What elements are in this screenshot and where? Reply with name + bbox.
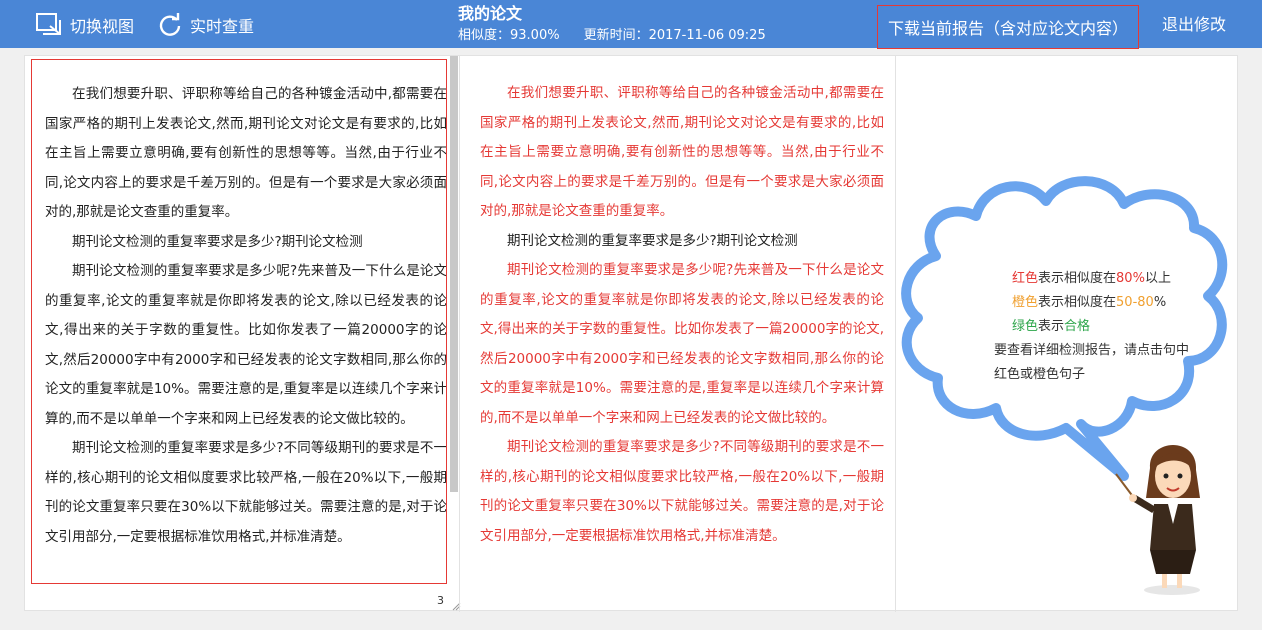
switch-view-icon [36,13,61,35]
editor-paragraph[interactable]: 期刊论文检测的重复率要求是多少呢?先来普及一下什么是论文的重复率,论文的重复率就… [45,257,446,434]
switch-view-button[interactable]: 切换视图 [36,12,134,38]
realtime-check-button[interactable]: 实时查重 [158,12,254,38]
paper-editor[interactable]: 在我们想要升职、评职称等给自己的各种镀金活动中,都需要在国家严格的期刊上发表论文… [31,59,447,584]
page-title: 我的论文 [458,4,523,23]
page-number: 3 [437,594,444,607]
report-paragraph[interactable]: 期刊论文检测的重复率要求是多少?不同等级期刊的要求是不一样的,核心期刊的论文相似… [480,433,884,551]
legend-orange-tail: % [1153,295,1167,310]
legend-orange-value: 50-80 [1116,295,1154,310]
header-meta: 相似度：93.00% 更新时间：2017-11-06 09:25 [458,26,766,46]
legend-green: 绿色表示合格 [994,315,1198,339]
editor-text[interactable]: 在我们想要升职、评职称等给自己的各种镀金活动中,都需要在国家严格的期刊上发表论文… [32,60,446,552]
report-paragraph: 期刊论文检测的重复率要求是多少?期刊论文检测 [507,232,798,249]
color-legend: 红色表示相似度在80%以上 橙色表示相似度在50-80% 绿色表示合格 要查看详… [994,267,1198,387]
pane-divider [459,56,460,612]
legend-hint: 要查看详细检测报告，请点击句中红色或橙色句子 [994,343,1190,382]
report-text: 在我们想要升职、评职称等给自己的各种镀金活动中,都需要在国家严格的期刊上发表论文… [480,79,884,551]
report-paragraph[interactable]: 在我们想要升职、评职称等给自己的各种镀金活动中,都需要在国家严格的期刊上发表论文… [480,79,884,227]
legend-red-mid: 表示相似度在 [1038,271,1117,286]
report-paragraph[interactable]: 期刊论文检测的重复率要求是多少呢?先来普及一下什么是论文的重复率,论文的重复率就… [480,256,884,433]
legend-panel: 红色表示相似度在80%以上 橙色表示相似度在50-80% 绿色表示合格 要查看详… [896,56,1239,612]
legend-orange-word: 橙色 [1012,295,1039,310]
editor-paragraph[interactable]: 在我们想要升职、评职称等给自己的各种镀金活动中,都需要在国家严格的期刊上发表论文… [45,80,446,228]
exit-edit-button[interactable]: 退出修改 [1162,12,1226,38]
legend-red: 红色表示相似度在80%以上 [994,267,1198,291]
legend-green-value: 合格 [1064,319,1091,334]
editor-paragraph[interactable]: 期刊论文检测的重复率要求是多少?不同等级期刊的要求是不一样的,核心期刊的论文相似… [45,434,446,552]
legend-red-word: 红色 [1012,271,1039,286]
legend-green-word: 绿色 [1012,319,1039,334]
editor-paragraph[interactable]: 期刊论文检测的重复率要求是多少?期刊论文检测 [45,228,446,258]
editor-scrollbar[interactable] [450,56,458,492]
similarity-value: 相似度：93.00% [458,28,560,43]
legend-orange-mid: 表示相似度在 [1038,295,1117,310]
top-bar: 切换视图 实时查重 我的论文 相似度：93.00% 更新时间：2017-11-06… [0,0,1262,49]
realtime-check-label: 实时查重 [190,17,255,36]
teacher-illustration-icon [1115,445,1200,595]
main-content: 在我们想要升职、评职称等给自己的各种镀金活动中,都需要在国家严格的期刊上发表论文… [24,55,1239,612]
legend-red-value: 80% [1116,271,1145,286]
header-info: 我的论文 相似度：93.00% 更新时间：2017-11-06 09:25 [458,4,766,46]
legend-red-tail: 以上 [1144,271,1171,286]
refresh-icon [159,13,181,36]
legend-orange: 橙色表示相似度在50-80% [994,291,1198,315]
download-report-button[interactable]: 下载当前报告（含对应论文内容） [877,5,1139,49]
update-time: 更新时间：2017-11-06 09:25 [583,28,766,43]
switch-view-label: 切换视图 [70,17,135,36]
legend-green-mid: 表示 [1038,319,1065,334]
